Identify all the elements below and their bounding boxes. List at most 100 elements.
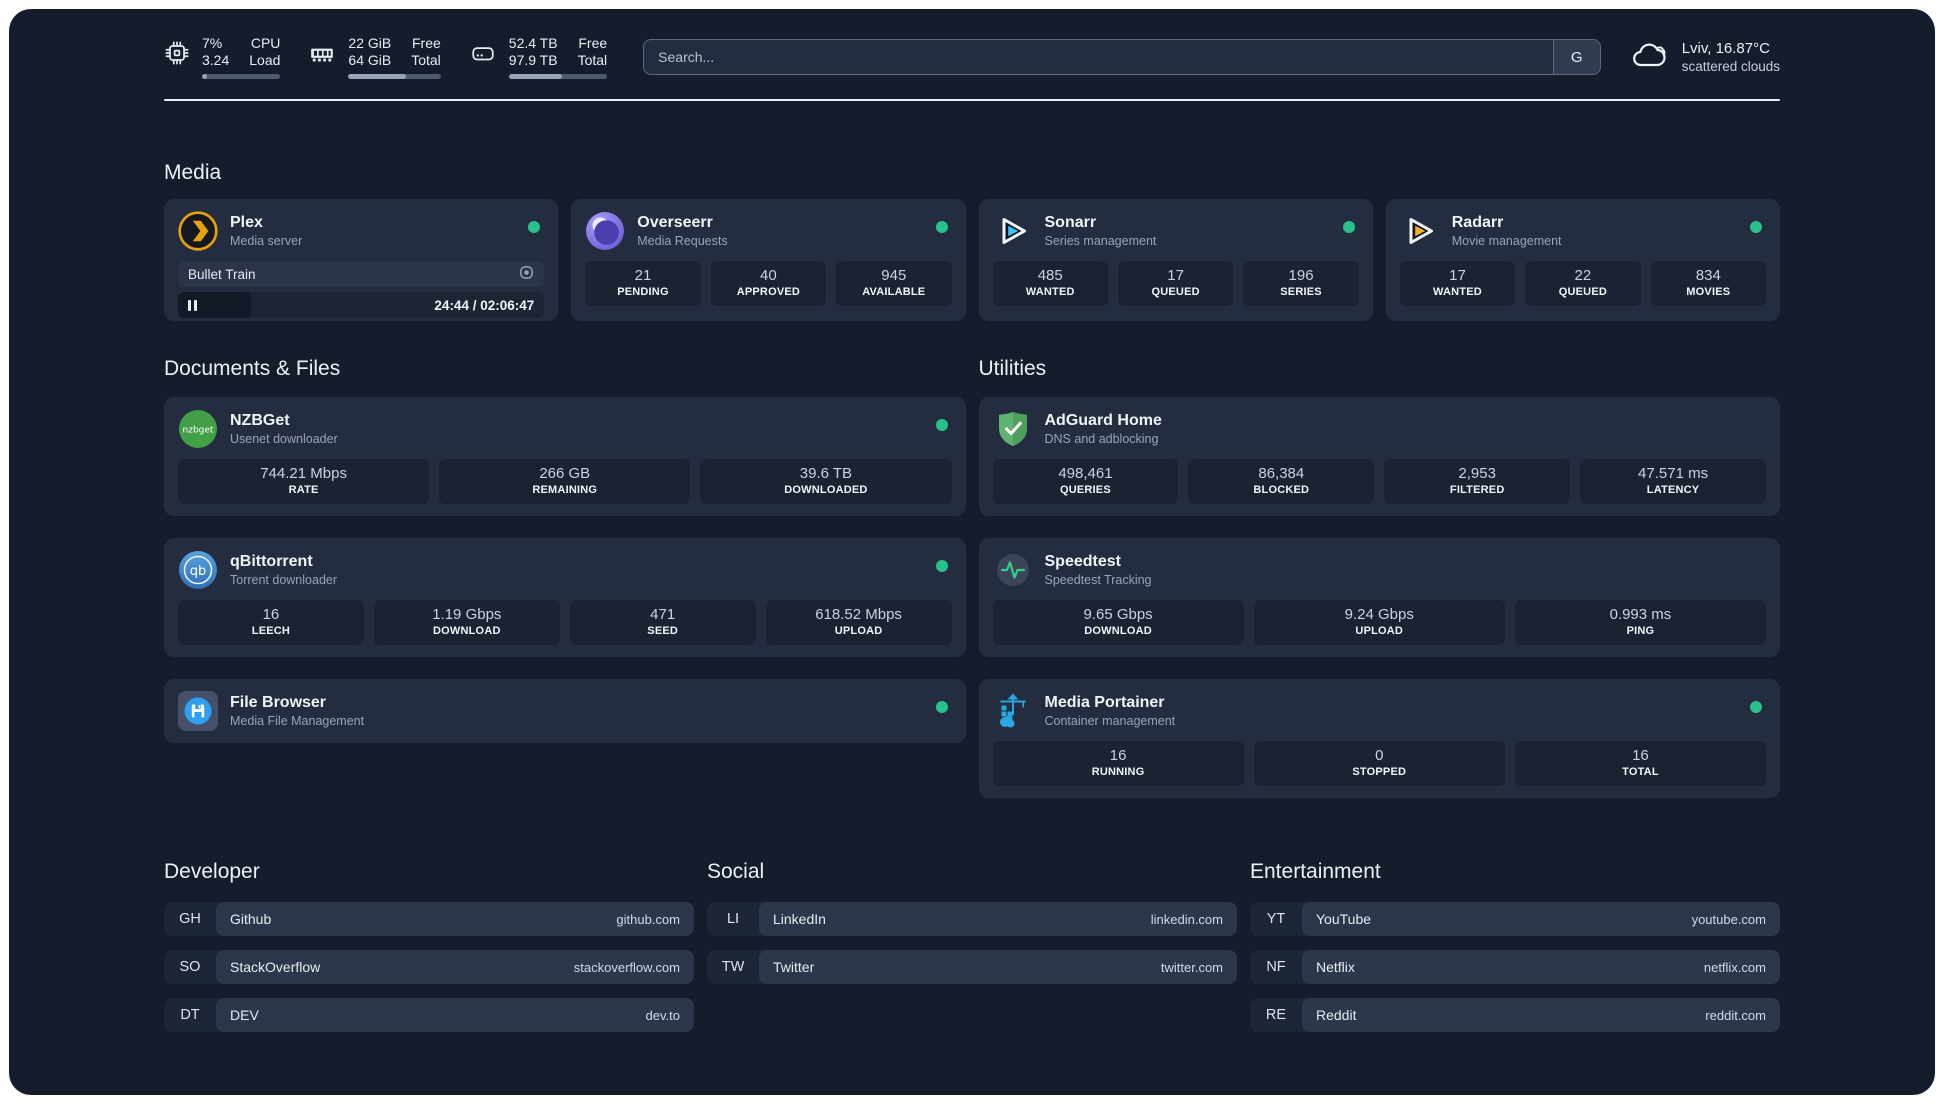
cpu-monitor: 7% CPU 3.24 Load [164,35,281,79]
stat-label: QUERIES [1059,484,1111,496]
cpu-icon [164,40,190,71]
ram-monitor: 22 GiB Free 64 GiB Total [308,35,441,79]
filebrowser-icon [178,691,218,731]
stat-tile: 618.52 Mbps UPLOAD [765,600,952,645]
stat-tile: 2,953 FILTERED [1384,459,1571,504]
section-documents: Documents & Files nzbget NZBGet Usenet d… [164,357,966,743]
link-github[interactable]: GH Github github.com [164,902,694,936]
link-name: DEV [230,1007,259,1023]
adguard-card[interactable]: AdGuard Home DNS and adblocking 498,461 Q… [978,397,1780,516]
dashboard: 7% CPU 3.24 Load 22 GiB Free 64 GiB Tota… [9,9,1935,1095]
link-linkedin[interactable]: LI LinkedIn linkedin.com [707,902,1237,936]
stat-value: 485 [1037,267,1063,284]
stat-label: STOPPED [1352,766,1407,778]
stat-tile: 47.571 ms LATENCY [1580,459,1766,504]
disk-total-value: 97.9 TB [508,52,558,68]
system-monitors: 7% CPU 3.24 Load 22 GiB Free 64 GiB Tota… [164,35,608,79]
stat-label: REMAINING [532,484,598,496]
stat-label: FILTERED [1449,484,1505,496]
svg-text:nzbget: nzbget [183,426,214,436]
stat-tile: 86,384 BLOCKED [1188,459,1375,504]
hard-drive-icon [469,40,497,71]
nzbget-card[interactable]: nzbget NZBGet Usenet downloader 744.21 M… [164,397,966,516]
stat-label: DOWNLOADED [784,484,868,496]
stat-value: 945 [881,267,907,284]
cast-target-icon[interactable] [519,265,534,283]
stat-label: APPROVED [736,286,801,298]
stat-value: 39.6 TB [799,465,853,482]
ram-icon [308,40,336,71]
sonarr-card[interactable]: Sonarr Series management 485 WANTED 17 QUE… [978,199,1373,321]
card-title: qBittorrent [230,553,313,570]
card-subtitle: Movie management [1451,234,1562,248]
playback-progress-bar[interactable]: 24:44 / 02:06:47 [178,292,545,318]
section-title-utilities: Utilities [978,357,1047,380]
link-youtube[interactable]: YT YouTube youtube.com [1250,902,1780,936]
plex-now-playing: Bullet Train 24:44 / 02:06:47 [178,261,545,318]
section-title-social: Social [707,860,765,883]
qbittorrent-icon: qb [178,550,218,590]
stat-label: QUEUED [1151,286,1200,298]
stat-label: WANTED [1433,286,1482,298]
cpu-load-label: Load [249,52,281,68]
link-prefix: DT [180,1007,200,1023]
stat-value: 16 [1109,747,1127,764]
ram-total-label: Total [411,52,441,68]
link-twitter[interactable]: TW Twitter twitter.com [707,950,1237,984]
cpu-usage-label: CPU [250,35,281,51]
card-title: Radarr [1451,214,1504,231]
stat-label: BLOCKED [1253,484,1310,496]
pause-icon[interactable] [188,299,197,311]
stat-value: 86,384 [1258,465,1305,482]
status-dot [935,560,948,572]
search-engine-button[interactable]: G [1552,40,1600,74]
overseerr-card[interactable]: Overseerr Media Requests 21 PENDING 40 APP… [571,199,966,321]
link-name: Github [230,911,272,927]
stat-label: SERIES [1280,286,1322,298]
stat-tile: 834 MOVIES [1650,261,1767,306]
speedtest-card[interactable]: Speedtest Speedtest Tracking 9.65 Gbps DO… [978,538,1780,657]
radarr-card[interactable]: Radarr Movie management 17 WANTED 22 QUEUE… [1385,199,1780,321]
stat-value: 618.52 Mbps [815,606,902,623]
section-title-developer: Developer [164,860,260,883]
stat-tile: 21 PENDING [585,261,701,306]
stat-tile: 266 GB REMAINING [439,459,691,504]
ram-free-value: 22 GiB [348,35,392,51]
stat-label: DOWNLOAD [433,625,501,637]
link-prefix: GH [179,911,201,927]
link-url: youtube.com [1691,911,1766,927]
link-netflix[interactable]: NF Netflix netflix.com [1250,950,1780,984]
cpu-load-value: 3.24 [202,52,230,68]
link-prefix: NF [1266,959,1286,975]
stat-value: 498,461 [1058,465,1113,482]
stat-label: RUNNING [1091,766,1145,778]
link-name: YouTube [1316,911,1372,927]
link-prefix: SO [179,959,201,975]
card-title: Speedtest [1044,553,1121,570]
stat-value: 47.571 ms [1638,465,1709,482]
section-social: Social LI LinkedIn linkedin.com TW Twitte… [707,860,1237,998]
stat-label: TOTAL [1622,766,1659,778]
section-title-media: Media [164,161,222,184]
adguard-shield-icon [993,409,1033,449]
card-title: NZBGet [230,412,290,429]
ram-total-value: 64 GiB [348,52,392,68]
card-subtitle: Speedtest Tracking [1044,573,1152,587]
filebrowser-card[interactable]: File Browser Media File Management [164,679,966,743]
qbittorrent-card[interactable]: qb qBittorrent Torrent downloader 16 LEEC… [164,538,966,657]
link-reddit[interactable]: RE Reddit reddit.com [1250,998,1780,1032]
stat-tile: 9.65 Gbps DOWNLOAD [992,600,1244,645]
card-subtitle: DNS and adblocking [1044,432,1159,446]
link-dev[interactable]: DT DEV dev.to [164,998,694,1032]
card-subtitle: Media Requests [637,234,728,248]
status-dot [1750,221,1762,233]
overseerr-icon [585,211,625,251]
card-subtitle: Torrent downloader [230,573,338,587]
link-stackoverflow[interactable]: SO StackOverflow stackoverflow.com [164,950,694,984]
link-prefix: YT [1266,911,1286,927]
header-divider [164,99,1780,101]
portainer-card[interactable]: Media Portainer Container management 16 R… [978,679,1780,798]
plex-card[interactable]: Plex Media server Bullet Train 24:44 / 0… [164,199,559,321]
stat-tile: 196 SERIES [1243,261,1359,306]
search-input[interactable] [644,40,1553,74]
